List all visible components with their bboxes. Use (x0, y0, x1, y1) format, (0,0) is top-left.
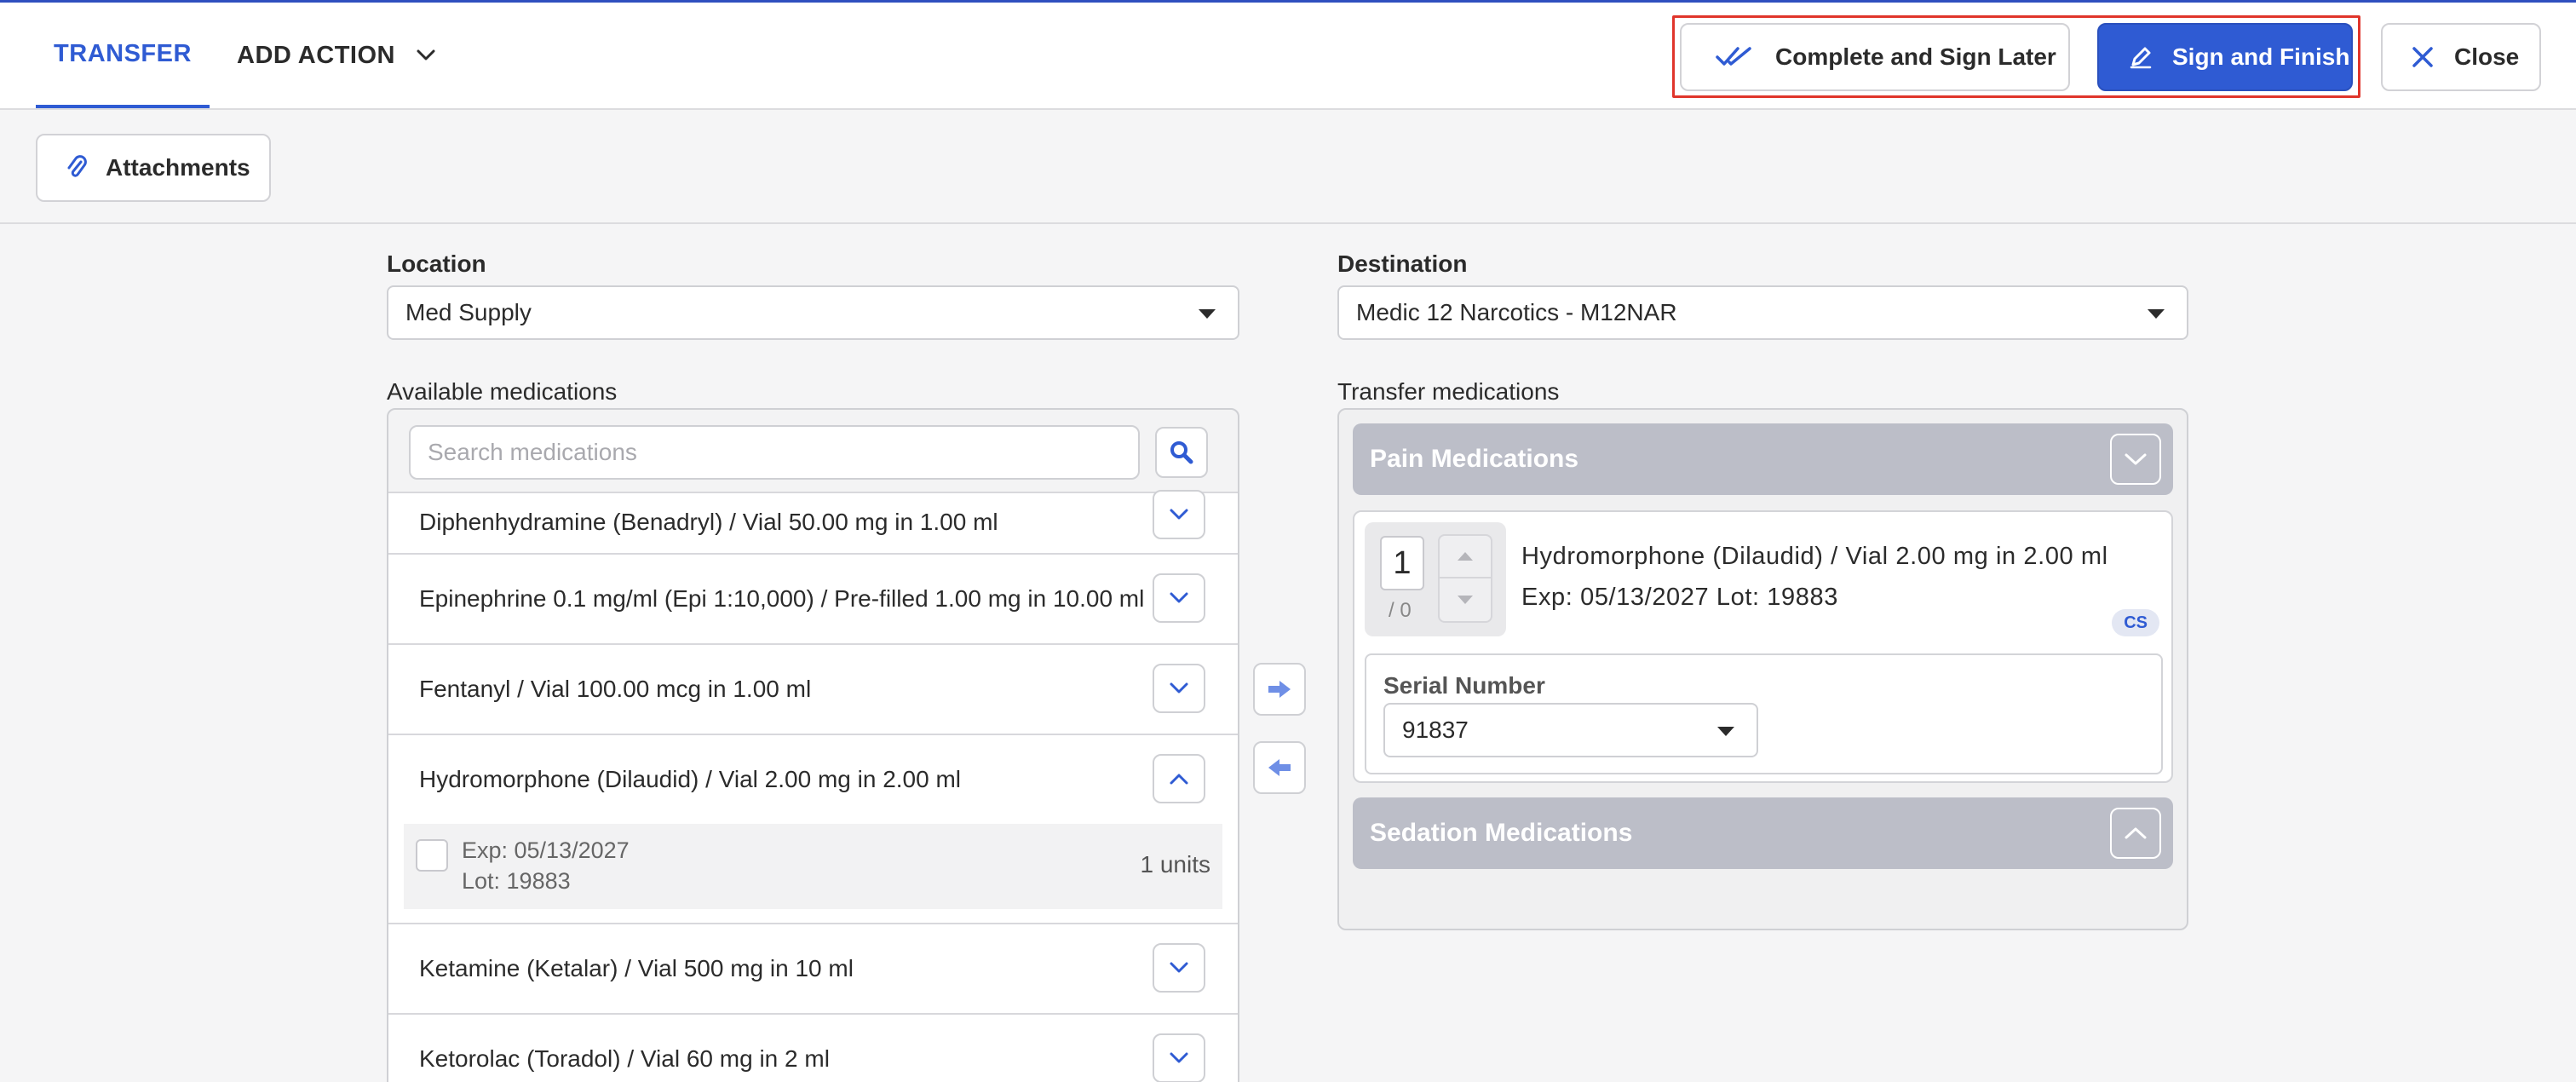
expand-button[interactable] (1153, 573, 1205, 623)
add-action-dropdown[interactable]: ADD ACTION (237, 3, 436, 108)
medication-name: Diphenhydramine (Benadryl) / Vial 50.00 … (419, 509, 998, 535)
caret-down-icon (2148, 309, 2165, 319)
close-label: Close (2454, 43, 2520, 70)
group-header-sedation[interactable]: Sedation Medications (1353, 797, 2173, 869)
close-icon (2412, 47, 2433, 67)
list-item[interactable]: Fentanyl / Vial 100.00 mcg in 1.00 ml (388, 643, 1238, 734)
group-name: Pain Medications (1370, 445, 1579, 473)
serial-number-value: 91837 (1402, 717, 1469, 743)
available-medications-label: Available medications (387, 378, 618, 405)
list-item[interactable]: Ketamine (Ketalar) / Vial 500 mg in 10 m… (388, 923, 1238, 1013)
destination-value: Medic 12 Narcotics - M12NAR (1356, 299, 1677, 325)
attachments-button[interactable]: Attachments (36, 134, 271, 202)
chevron-down-icon (1170, 1052, 1188, 1063)
expand-button[interactable] (1153, 1033, 1205, 1082)
list-item[interactable]: Epinephrine 0.1 mg/ml (Epi 1:10,000) / P… (388, 553, 1238, 643)
list-item[interactable]: Diphenhydramine (Benadryl) / Vial 50.00 … (388, 490, 1238, 553)
chevron-up-icon (2125, 827, 2147, 839)
expand-button[interactable] (1153, 664, 1205, 713)
subheader-bar: Attachments (0, 110, 2576, 224)
group-name: Sedation Medications (1370, 819, 1633, 847)
move-left-button[interactable] (1253, 741, 1306, 794)
increment-button[interactable] (1440, 536, 1491, 578)
arrow-right-icon (1268, 681, 1291, 698)
quantity-available: / 0 (1389, 599, 1412, 622)
close-button[interactable]: Close (2381, 23, 2541, 91)
medication-name: Epinephrine 0.1 mg/ml (Epi 1:10,000) / P… (419, 585, 1145, 612)
search-button[interactable] (1155, 427, 1208, 478)
group-header-pain[interactable]: Pain Medications (1353, 423, 2173, 495)
medication-name: Ketorolac (Toradol) / Vial 60 mg in 2 ml (419, 1045, 830, 1072)
arrow-left-icon (1268, 759, 1291, 776)
quantity-stepper: 1 / 0 (1365, 522, 1506, 636)
list-item[interactable]: Ketorolac (Toradol) / Vial 60 mg in 2 ml (388, 1013, 1238, 1082)
sign-and-finish-label: Sign and Finish (2172, 43, 2350, 70)
lot-checkbox[interactable] (416, 839, 448, 872)
caret-down-icon (1199, 309, 1216, 319)
serial-number-select[interactable]: 91837 (1383, 703, 1758, 757)
move-right-button[interactable] (1253, 663, 1306, 716)
medication-name: Fentanyl / Vial 100.00 mcg in 1.00 ml (419, 676, 812, 702)
available-medications-panel: Diphenhydramine (Benadryl) / Vial 50.00 … (387, 408, 1239, 1082)
caret-down-icon (1717, 727, 1734, 736)
pen-icon (2130, 47, 2152, 69)
location-label: Location (387, 250, 486, 277)
list-item-expanded[interactable]: Hydromorphone (Dilaudid) / Vial 2.00 mg … (388, 734, 1238, 923)
chevron-down-icon (2125, 453, 2147, 465)
serial-number-label: Serial Number (1383, 672, 1545, 699)
location-select[interactable]: Med Supply (387, 285, 1239, 340)
medication-list: Diphenhydramine (Benadryl) / Vial 50.00 … (388, 490, 1238, 1082)
chevron-down-icon (1170, 962, 1188, 973)
transfer-item-name: Hydromorphone (Dilaudid) / Vial 2.00 mg … (1521, 543, 2108, 570)
collapse-group-button[interactable] (2110, 434, 2161, 485)
complete-sign-later-button[interactable]: Complete and Sign Later (1680, 23, 2070, 91)
location-value: Med Supply (405, 299, 532, 325)
chevron-down-icon (417, 49, 435, 60)
lot-exp: Exp: 05/13/2027 (462, 837, 630, 863)
chevron-down-icon (1170, 682, 1188, 694)
attachments-label: Attachments (106, 154, 250, 181)
expand-button[interactable] (1153, 943, 1205, 993)
search-input[interactable] (409, 425, 1140, 480)
chevron-up-icon (1170, 774, 1188, 785)
collapse-button[interactable] (1153, 754, 1205, 803)
medication-name: Ketamine (Ketalar) / Vial 500 mg in 10 m… (419, 955, 854, 981)
add-action-label: ADD ACTION (237, 41, 395, 69)
paperclip-icon (67, 155, 87, 177)
stepper-controls (1438, 534, 1492, 623)
header-bar: TRANSFER ADD ACTION Complete and Sign La… (0, 3, 2576, 110)
quantity-value[interactable]: 1 (1380, 536, 1424, 590)
caret-down-icon (1458, 596, 1473, 604)
decrement-button[interactable] (1440, 578, 1491, 621)
transfer-item-exp-lot: Exp: 05/13/2027 Lot: 19883 (1521, 584, 1838, 611)
chevron-down-icon (1170, 509, 1188, 520)
controlled-substance-badge: CS (2112, 609, 2159, 636)
lot-number: Lot: 19883 (462, 868, 571, 894)
caret-up-icon (1458, 552, 1473, 561)
chevron-down-icon (1170, 592, 1188, 603)
tab-transfer[interactable]: TRANSFER (36, 3, 210, 108)
expand-button[interactable] (1153, 490, 1205, 539)
expand-group-button[interactable] (2110, 808, 2161, 859)
transfer-medications-panel: Pain Medications 1 / 0 Hydromorphone (Di… (1337, 408, 2188, 930)
medication-name: Hydromorphone (Dilaudid) / Vial 2.00 mg … (419, 766, 962, 792)
destination-label: Destination (1337, 250, 1468, 277)
transfer-item-card: 1 / 0 Hydromorphone (Dilaudid) / Vial 2.… (1353, 510, 2173, 783)
lot-units: 1 units (1140, 851, 1211, 878)
search-icon (1170, 441, 1193, 464)
lot-row[interactable]: Exp: 05/13/2027 Lot: 19883 1 units (404, 824, 1222, 909)
complete-sign-later-label: Complete and Sign Later (1775, 43, 2056, 70)
transfer-medications-label: Transfer medications (1337, 378, 1560, 405)
destination-select[interactable]: Medic 12 Narcotics - M12NAR (1337, 285, 2188, 340)
sign-and-finish-button[interactable]: Sign and Finish (2097, 23, 2353, 91)
double-check-icon (1716, 47, 1751, 66)
serial-number-section: Serial Number 91837 (1365, 653, 2163, 774)
